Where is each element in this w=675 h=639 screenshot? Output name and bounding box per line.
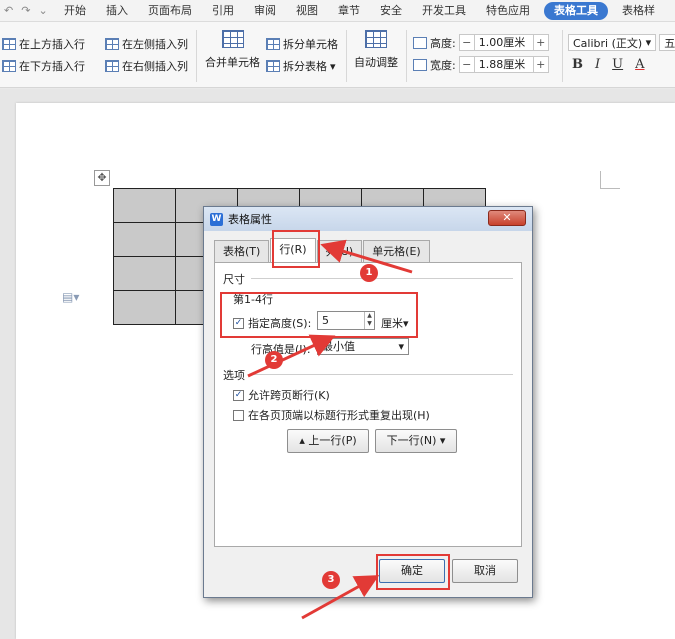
arrow-line [247,334,336,378]
annotation-arrows [247,239,413,620]
step-badge-2: 2 [265,351,283,369]
step-badge-3: 3 [322,571,340,589]
step-badge-1: 1 [360,264,378,282]
